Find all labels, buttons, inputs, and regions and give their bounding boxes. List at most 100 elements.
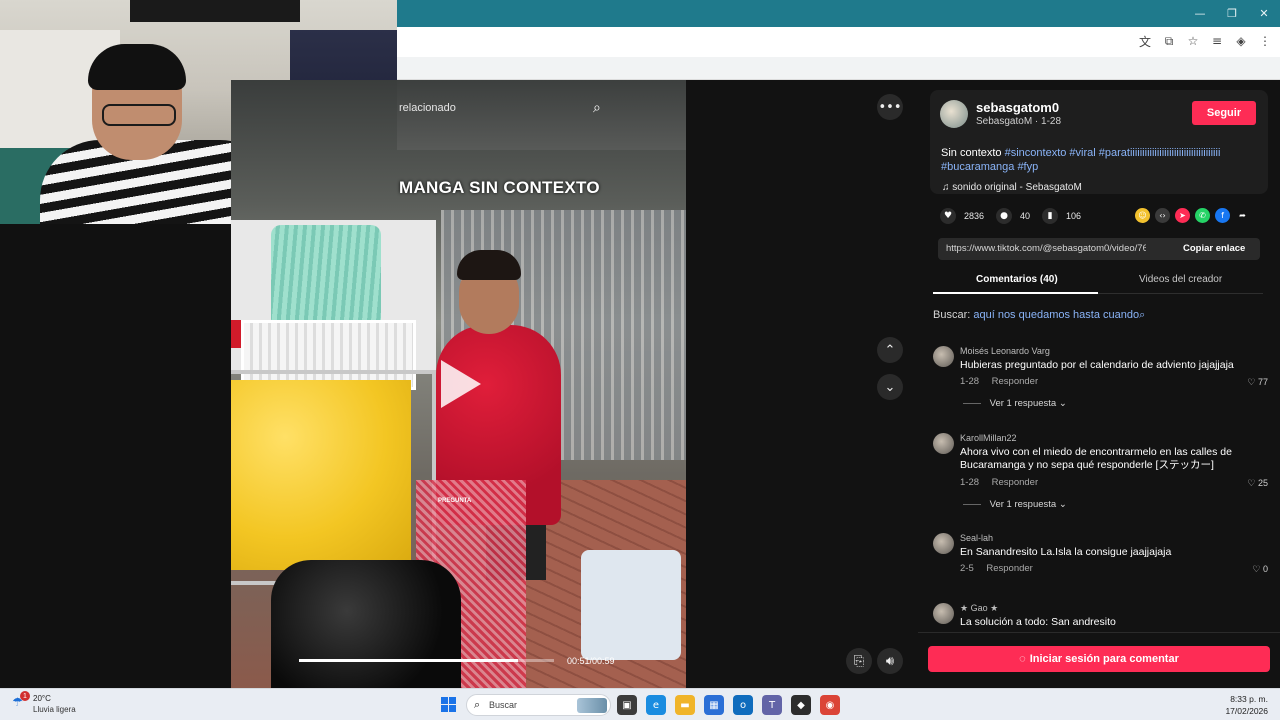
app-icon[interactable]: ◆ xyxy=(791,695,811,715)
translate-icon[interactable]: 文 xyxy=(1138,33,1152,49)
edge-icon[interactable]: e xyxy=(646,695,666,715)
comment-date: 1-28 xyxy=(960,376,980,387)
comment-like[interactable]: ♡ 25 xyxy=(1247,478,1268,489)
comment-like-count: 0 xyxy=(1262,564,1268,574)
comment-text: En Sanandresito La.Isla la consigue jaaj… xyxy=(960,546,1172,558)
report-icon[interactable]: ⎘ xyxy=(846,648,872,674)
video-woman-hair xyxy=(457,250,521,280)
chrome-icon[interactable]: ◉ xyxy=(820,695,840,715)
reading-list-icon[interactable]: ≡ xyxy=(1210,33,1224,49)
webcam-person-hair xyxy=(88,44,186,90)
extension-icon[interactable]: ◈ xyxy=(1234,33,1248,49)
hashtag-long[interactable]: iiiiiiiiiiiiiiiiiiiiiiiiiiiiiiiiiiii xyxy=(1132,147,1220,159)
active-tab-indicator xyxy=(933,292,1098,294)
author-username[interactable]: sebasgatom0 xyxy=(976,100,1059,115)
login-to-comment-button[interactable]: ◌ Iniciar sesión para comentar xyxy=(928,646,1270,672)
comment-item: ★ Gao ★ La solución a todo: San andresit… xyxy=(933,603,1268,631)
commenter-avatar[interactable] xyxy=(933,533,954,554)
task-view-icon[interactable]: ▣ xyxy=(617,695,637,715)
video-description: Sin contexto #sincontexto #viral #parati… xyxy=(941,146,1241,174)
view-replies-label: Ver 1 respuesta xyxy=(989,398,1057,409)
play-icon[interactable] xyxy=(441,360,481,408)
more-options-icon[interactable]: ••• xyxy=(877,94,903,120)
store-icon[interactable]: ▦ xyxy=(704,695,724,715)
search-small-icon[interactable]: ⌕ xyxy=(1139,309,1145,321)
related-search-query[interactable]: aquí nos quedamos hasta cuando xyxy=(973,309,1139,321)
author-avatar[interactable] xyxy=(940,100,968,128)
comment-text: Ahora vivo con el miedo de encontrarmelo… xyxy=(960,446,1232,471)
commenter-avatar[interactable] xyxy=(933,603,954,624)
friends-share-icon[interactable]: ☺ xyxy=(1135,208,1150,223)
video-sticker-text: PREGUNTA xyxy=(438,498,472,504)
sound-link[interactable]: ♫ sonido original - SebasgatoM xyxy=(942,182,1082,193)
restore-icon[interactable]: ❐ xyxy=(1216,0,1248,27)
windows-start-icon[interactable] xyxy=(441,697,456,712)
comment-meta: 1-28 Responder xyxy=(960,477,1038,488)
comment-like[interactable]: ♡ 0 xyxy=(1252,564,1268,575)
reply-button[interactable]: Responder xyxy=(992,477,1038,488)
comment-like[interactable]: ♡ 77 xyxy=(1247,377,1268,388)
comment-text: Hubieras preguntado por el calendario de… xyxy=(960,359,1234,371)
close-icon[interactable]: ✕ xyxy=(1248,0,1280,27)
taskbar-search[interactable]: ⌕ Buscar xyxy=(466,694,611,716)
address-bar[interactable]: 文 ⧉ ☆ ≡ ◈ ⋮ xyxy=(397,27,1280,57)
chevron-down-small-icon: ⌄ xyxy=(1058,398,1067,409)
comment-meta: 2-5 Responder xyxy=(960,563,1033,574)
chevron-up-icon[interactable]: ⌃ xyxy=(877,337,903,363)
heart-outline-icon[interactable]: ♡ xyxy=(1252,564,1260,574)
clock-date: 17/02/2026 xyxy=(1225,706,1268,716)
video-player[interactable]: relacionado ⌕ MANGA SIN CONTEXTO PREGUNT… xyxy=(231,80,686,688)
copy-link-button[interactable]: Copiar enlace xyxy=(1183,243,1245,254)
view-replies[interactable]: Ver 1 respuesta ⌄ xyxy=(963,398,1067,409)
minimize-icon[interactable]: — xyxy=(1184,0,1216,27)
comment-author[interactable]: ★ Gao ★ xyxy=(960,603,998,614)
heart-outline-icon[interactable]: ♡ xyxy=(1247,478,1255,488)
video-progress-bar[interactable] xyxy=(299,659,554,662)
webcam-tv xyxy=(130,0,300,22)
facebook-icon[interactable]: f xyxy=(1215,208,1230,223)
video-time: 00:51/00:59 xyxy=(567,656,615,666)
copy-link-box: https://www.tiktok.com/@sebasgatom0/vide… xyxy=(938,238,1260,260)
bookmark-star-icon[interactable]: ☆ xyxy=(1186,33,1200,49)
share-row: ☺ ‹› ➤ ✆ f ➦ xyxy=(1135,208,1250,223)
hashtags-line1[interactable]: #sincontexto #viral #parati xyxy=(1005,147,1133,159)
menu-kebab-icon[interactable]: ⋮ xyxy=(1258,33,1272,49)
outlook-icon[interactable]: o xyxy=(733,695,753,715)
comment-icon[interactable]: ● xyxy=(996,208,1013,224)
whatsapp-icon[interactable]: ✆ xyxy=(1195,208,1210,223)
file-explorer-icon[interactable]: ▬ xyxy=(675,695,695,715)
comment-count: 40 xyxy=(1020,211,1031,221)
chevron-down-icon[interactable]: ⌄ xyxy=(877,374,903,400)
embed-icon[interactable]: ‹› xyxy=(1155,208,1170,223)
reply-button[interactable]: Responder xyxy=(992,376,1038,387)
follow-button[interactable]: Seguir xyxy=(1192,101,1256,125)
commenter-avatar[interactable] xyxy=(933,346,954,367)
volume-icon[interactable]: 🔊︎ xyxy=(877,648,903,674)
send-icon[interactable]: ➤ xyxy=(1175,208,1190,223)
teams-icon[interactable]: T xyxy=(762,695,782,715)
comment-item: KarollMillan22 Ahora vivo con el miedo d… xyxy=(933,433,1268,517)
tab-creator-videos[interactable]: Videos del creador xyxy=(1139,274,1222,285)
heart-outline-icon[interactable]: ♡ xyxy=(1247,377,1255,387)
taskbar-clock[interactable]: 8:33 p. m. 17/02/2026 xyxy=(1225,693,1268,717)
browser-titlebar: — ❐ ✕ xyxy=(397,0,1280,27)
search-icon[interactable]: ⌕ xyxy=(593,100,601,116)
related-label[interactable]: relacionado xyxy=(399,102,456,114)
commenter-avatar[interactable] xyxy=(933,433,954,454)
description-text: Sin contexto xyxy=(941,147,1002,159)
cast-icon[interactable]: ⧉ xyxy=(1162,33,1176,49)
panel-tabs: Comentarios (40) Videos del creador xyxy=(933,270,1263,294)
view-replies[interactable]: Ver 1 respuesta ⌄ xyxy=(963,499,1067,510)
search-icon: ⌕ xyxy=(474,698,481,711)
comment-author[interactable]: Seal-lah xyxy=(960,533,993,543)
share-arrow-icon[interactable]: ➦ xyxy=(1235,208,1250,223)
address-bar-icons: 文 ⧉ ☆ ≡ ◈ ⋮ xyxy=(1138,33,1272,49)
hashtags-line2[interactable]: #bucaramanga #fyp xyxy=(941,161,1038,173)
related-search-prefix: Buscar: xyxy=(933,309,971,321)
reply-button[interactable]: Responder xyxy=(986,563,1032,574)
comment-author[interactable]: Moisés Leonardo Varg xyxy=(960,346,1050,356)
bookmark-icon[interactable]: ▮ xyxy=(1042,208,1059,224)
heart-icon[interactable]: ♥ xyxy=(940,208,956,224)
tab-comments[interactable]: Comentarios (40) xyxy=(976,274,1058,285)
comment-author[interactable]: KarollMillan22 xyxy=(960,433,1017,443)
